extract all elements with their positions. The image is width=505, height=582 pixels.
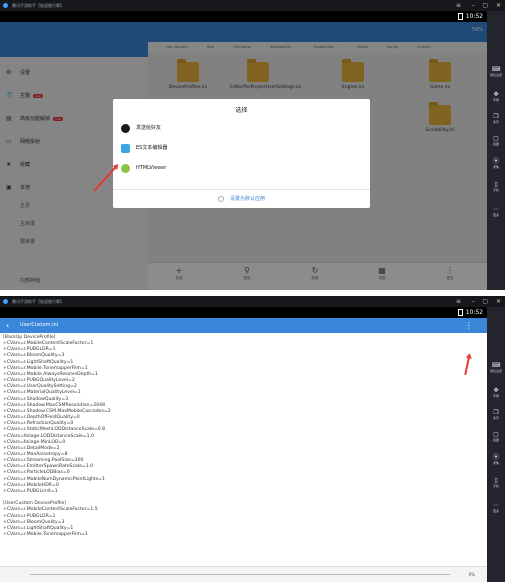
emulator-logo-icon — [3, 3, 8, 8]
status-time: 10:52 — [465, 13, 483, 20]
toolbar-record[interactable]: ⦿ 录像 — [487, 454, 505, 465]
battery-icon — [457, 309, 463, 316]
multi-window-icon: ❐ — [493, 409, 499, 416]
emulator-right-toolbar: ⌨ 键位设置 ✥ 手柄 ❐ 多开 ▢ 截图 ⦿ 录像 ▯ 手机 ⋯ 更多 — [487, 11, 505, 290]
file-manager-app: ⚙ 设置 👕 主题 new ▤ 高级功能解锁 new ▭ 网络投射 ★ 收藏 ▣ 本地 主页 主… — [0, 22, 487, 290]
editor-text-area[interactable]: [BackUp DeviceProfile] +CVars=r.MobileCon… — [3, 335, 473, 538]
close-icon[interactable]: ✕ — [496, 0, 501, 11]
minimize-icon[interactable]: – — [472, 296, 475, 307]
toolbar-screenshot[interactable]: ▢ 截图 — [487, 135, 505, 146]
status-time: 10:52 — [465, 309, 483, 316]
gamepad-icon: ✥ — [493, 91, 499, 98]
more-icon: ⋯ — [493, 502, 499, 509]
overflow-menu-icon[interactable]: ⋮ — [465, 318, 473, 333]
multi-window-icon: ❐ — [493, 113, 499, 120]
screenshot-text-editor: 腾讯手游助手【极速傲引擎】 ≡ – ▢ ✕ 10:52 ⌨ 键位设置 ✥ 手柄 ❐ 多… — [0, 296, 505, 582]
option-htmlviewer[interactable]: HTMLViewer — [121, 161, 361, 175]
scroll-percent: 0% — [468, 572, 475, 577]
toolbar-more[interactable]: ⋯ 更多 — [487, 502, 505, 513]
window-title: 腾讯手游助手【极速傲引擎】 — [12, 3, 64, 8]
phone-icon: ▯ — [494, 181, 498, 188]
htmlviewer-icon — [121, 164, 130, 173]
emulator-titlebar: 腾讯手游助手【极速傲引擎】 ≡ – ▢ ✕ — [0, 296, 505, 307]
toolbar-phone[interactable]: ▯ 手机 — [487, 477, 505, 488]
emulator-right-toolbar: ⌨ 键位设置 ✥ 手柄 ❐ 多开 ▢ 截图 ⦿ 录像 ▯ 手机 ⋯ 更多 — [487, 307, 505, 582]
set-default-toggle[interactable]: 设置为默认应用 — [113, 190, 370, 208]
toolbar-multi-window[interactable]: ❐ 多开 — [487, 409, 505, 420]
toolbar-keyboard[interactable]: ⌨ 键位设置 — [487, 362, 505, 373]
battery-icon — [457, 13, 463, 20]
editor-line: +CVars=r.Mobile.TonemapperFilm=1 — [3, 532, 88, 537]
record-icon: ⦿ — [492, 454, 499, 461]
android-statusbar: 10:52 — [0, 307, 487, 318]
keyboard-icon: ⌨ — [491, 362, 501, 369]
screenshot-file-chooser: 腾讯手游助手【极速傲引擎】 ≡ – ▢ ✕ 10:52 ⌨ 键位设置 ✥ 手柄 ❐ 多… — [0, 0, 505, 290]
menu-icon[interactable]: ≡ — [456, 296, 461, 307]
text-editor-app: ‹ UserCustom.ini ⋮ [BackUp DeviceProfile… — [0, 318, 487, 582]
maximize-icon[interactable]: ▢ — [482, 296, 488, 307]
android-statusbar: 10:52 — [0, 11, 487, 22]
horizontal-scrollbar[interactable] — [30, 574, 450, 575]
editor-bottom-bar: 0% — [0, 566, 487, 582]
toolbar-gamepad[interactable]: ✥ 手柄 — [487, 387, 505, 398]
menu-icon[interactable]: ≡ — [456, 0, 461, 11]
toolbar-keyboard[interactable]: ⌨ 键位设置 — [487, 66, 505, 77]
screenshot-icon: ▢ — [493, 431, 499, 438]
option-es-text-editor[interactable]: ES文本编辑器 — [121, 141, 361, 155]
radio-icon — [217, 195, 224, 202]
es-editor-icon — [121, 144, 130, 153]
chooser-dialog: 选择 发送给好友 ES文本编辑器 HTMLViewer 设置为默认应用 — [113, 99, 370, 208]
phone-icon: ▯ — [494, 477, 498, 484]
window-title: 腾讯手游助手【极速傲引擎】 — [12, 299, 64, 304]
toolbar-multi-window[interactable]: ❐ 多开 — [487, 113, 505, 124]
toolbar-more[interactable]: ⋯ 更多 — [487, 206, 505, 217]
qq-icon — [121, 124, 130, 133]
emulator-logo-icon — [3, 299, 8, 304]
toolbar-record[interactable]: ⦿ 录像 — [487, 158, 505, 169]
dialog-title: 选择 — [235, 107, 248, 114]
close-icon[interactable]: ✕ — [496, 296, 501, 307]
back-arrow-icon[interactable]: ‹ — [6, 318, 9, 333]
toolbar-phone[interactable]: ▯ 手机 — [487, 181, 505, 192]
editor-header: ‹ UserCustom.ini ⋮ — [0, 318, 487, 333]
option-send-to-friend[interactable]: 发送给好友 — [121, 121, 361, 135]
keyboard-icon: ⌨ — [491, 66, 501, 73]
minimize-icon[interactable]: – — [472, 0, 475, 11]
maximize-icon[interactable]: ▢ — [482, 0, 488, 11]
toolbar-screenshot[interactable]: ▢ 截图 — [487, 431, 505, 442]
emulator-titlebar: 腾讯手游助手【极速傲引擎】 ≡ – ▢ ✕ — [0, 0, 505, 11]
gamepad-icon: ✥ — [493, 387, 499, 394]
toolbar-gamepad[interactable]: ✥ 手柄 — [487, 91, 505, 102]
screenshot-icon: ▢ — [493, 135, 499, 142]
editor-file-title: UserCustom.ini — [20, 322, 59, 328]
record-icon: ⦿ — [492, 158, 499, 165]
more-icon: ⋯ — [493, 206, 499, 213]
